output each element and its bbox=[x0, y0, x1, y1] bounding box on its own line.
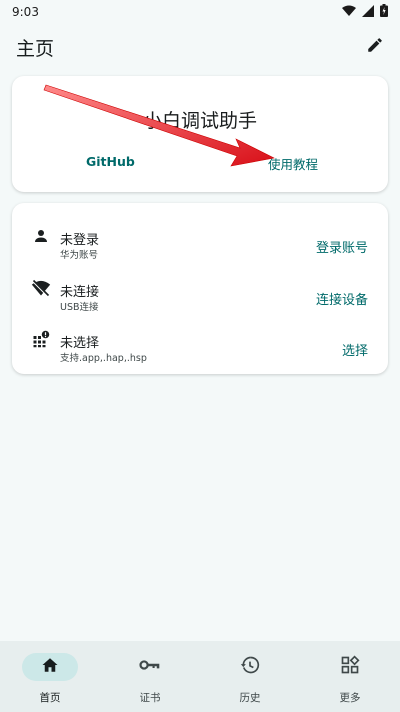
bottom-navigation: 首页 证书 历史 更多 bbox=[0, 641, 400, 712]
red-arrow-annotation bbox=[43, 84, 275, 167]
person-icon bbox=[30, 225, 52, 247]
app-bar: 主页 bbox=[0, 28, 400, 66]
nav-certificates-indicator bbox=[122, 653, 178, 681]
status-time: 9:03 bbox=[12, 5, 39, 19]
widgets-icon bbox=[340, 655, 360, 679]
app-grid-icon bbox=[30, 328, 52, 350]
package-status: 未选择 bbox=[60, 336, 100, 351]
home-icon bbox=[41, 656, 59, 678]
login-account-button[interactable]: 登录账号 bbox=[316, 237, 368, 256]
nav-history-indicator bbox=[222, 653, 278, 681]
device-row: 未连接 USB连接 连接设备 bbox=[12, 263, 388, 313]
signal-icon bbox=[362, 4, 374, 20]
nav-more-label: 更多 bbox=[339, 692, 361, 704]
app-name: 小白调试助手 bbox=[142, 110, 257, 132]
account-row: 未登录 华为账号 登录账号 bbox=[12, 211, 388, 261]
connect-device-button[interactable]: 连接设备 bbox=[316, 289, 368, 308]
battery-icon bbox=[380, 4, 388, 20]
nav-more-indicator bbox=[322, 653, 378, 681]
supported-formats: 支持.app,.hap,.hsp bbox=[60, 353, 147, 364]
device-status: 未连接 bbox=[60, 285, 100, 300]
nav-home-indicator bbox=[22, 653, 78, 681]
package-row: 未选择 支持.app,.hap,.hsp 选择 bbox=[12, 314, 388, 364]
device-status-card: 未登录 华为账号 登录账号 未连接 USB连接 连接设备 未选择 支持.app,… bbox=[12, 203, 388, 374]
key-icon bbox=[139, 656, 161, 678]
tutorial-link[interactable]: 使用教程 bbox=[268, 154, 318, 173]
account-type: 华为账号 bbox=[60, 250, 99, 261]
github-link[interactable]: GitHub bbox=[86, 154, 135, 169]
wifi-off-icon bbox=[30, 277, 52, 299]
nav-more[interactable]: 更多 bbox=[300, 641, 400, 712]
edit-button[interactable] bbox=[364, 36, 386, 58]
pencil-icon bbox=[366, 36, 384, 58]
nav-certificates[interactable]: 证书 bbox=[100, 641, 200, 712]
app-info-card: 小白调试助手 GitHub 使用教程 bbox=[12, 76, 388, 192]
nav-history[interactable]: 历史 bbox=[200, 641, 300, 712]
nav-home[interactable]: 首页 bbox=[0, 641, 100, 712]
nav-home-label: 首页 bbox=[39, 692, 61, 704]
status-bar: 9:03 bbox=[0, 0, 400, 24]
wifi-icon bbox=[342, 5, 356, 20]
nav-history-label: 历史 bbox=[239, 692, 261, 704]
status-icons bbox=[342, 4, 388, 20]
connection-type: USB连接 bbox=[60, 302, 99, 313]
account-status: 未登录 bbox=[60, 233, 100, 248]
history-icon bbox=[240, 655, 260, 679]
page-title: 主页 bbox=[16, 37, 55, 60]
nav-certificates-label: 证书 bbox=[139, 692, 161, 704]
select-file-button[interactable]: 选择 bbox=[342, 340, 368, 359]
